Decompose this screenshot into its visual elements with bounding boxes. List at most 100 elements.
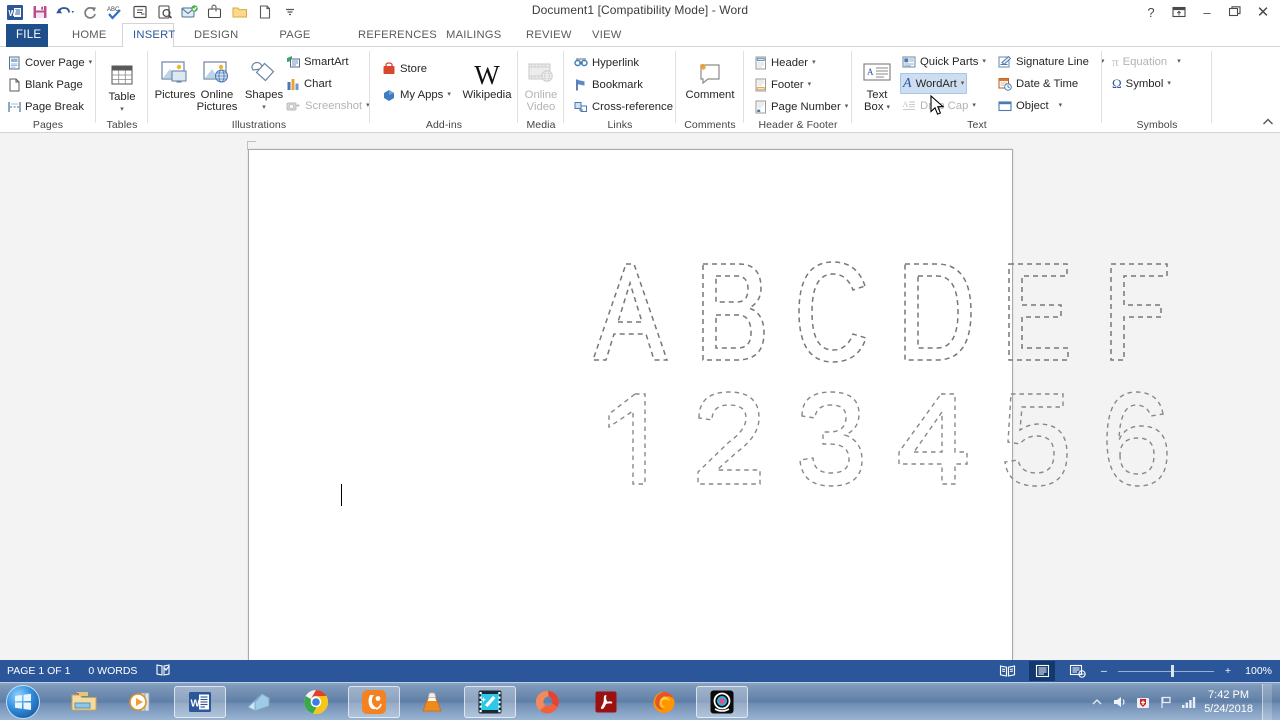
cover-page-button[interactable]: Cover Page ▾ <box>6 52 94 73</box>
page-info[interactable]: PAGE 1 OF 1 <box>7 665 70 677</box>
header-button[interactable]: Header ▾ <box>752 52 818 73</box>
help-icon[interactable]: ? <box>1138 1 1164 23</box>
taskbar-video-editor[interactable] <box>464 686 516 718</box>
symbol-button[interactable]: Ω Symbol ▾ <box>1110 73 1173 94</box>
chevron-down-icon[interactable]: ▾ <box>120 104 124 116</box>
start-orb-icon[interactable] <box>6 685 40 719</box>
show-hidden-icons-icon[interactable] <box>1089 694 1105 710</box>
screenshot-button[interactable]: Screenshot ▾ <box>284 95 372 116</box>
my-apps-button[interactable]: My Apps ▾ <box>380 84 453 105</box>
online-pictures-button[interactable]: Online Pictures <box>194 55 240 113</box>
chevron-down-icon[interactable]: ▾ <box>1167 80 1171 87</box>
minimize-button[interactable]: – <box>1194 1 1220 23</box>
taskbar-media-player[interactable] <box>116 686 168 718</box>
collapse-ribbon-button[interactable] <box>1262 117 1274 130</box>
smartart-button[interactable]: SmartArt <box>284 51 351 72</box>
cross-reference-button[interactable]: Cross-reference <box>572 96 675 117</box>
zoom-slider[interactable] <box>1117 661 1214 681</box>
page-number-button[interactable]: Page Number ▾ <box>752 96 850 117</box>
chevron-down-icon[interactable]: ▾ <box>1177 58 1181 65</box>
cover-page-icon <box>9 56 20 69</box>
screenshot-icon <box>286 102 300 110</box>
taskbar-firefox[interactable] <box>638 686 690 718</box>
online-video-button[interactable]: Online Video <box>516 55 566 113</box>
tab-page-layout[interactable]: PAGE LAYOUT <box>250 24 340 64</box>
signature-line-button[interactable]: Signature Line ▾ <box>996 51 1106 72</box>
zoom-level[interactable]: 100% <box>1242 665 1272 677</box>
chevron-down-icon[interactable]: ▾ <box>812 59 816 66</box>
taskbar-vlc[interactable] <box>406 686 458 718</box>
wordart-button[interactable]: A WordArt ▾ <box>900 73 968 94</box>
taskbar-adobe-reader[interactable] <box>580 686 632 718</box>
taskbar-notes-app[interactable] <box>232 686 284 718</box>
chevron-down-icon[interactable]: ▾ <box>89 59 93 66</box>
chevron-down-icon[interactable]: ▾ <box>961 80 965 87</box>
clock[interactable]: 7:42 PM 5/24/2018 <box>1204 688 1253 716</box>
taskbar-word[interactable]: W <box>174 686 226 718</box>
document-page[interactable] <box>248 149 1168 661</box>
tab-mailings[interactable]: MAILINGS <box>436 24 510 47</box>
web-layout-button[interactable] <box>1064 661 1090 681</box>
taskbar-file-explorer[interactable] <box>58 686 110 718</box>
zoom-slider-thumb[interactable] <box>1170 665 1174 677</box>
tab-insert[interactable]: INSERT <box>122 23 175 47</box>
close-button[interactable]: ✕ <box>1250 1 1276 23</box>
wikipedia-button[interactable]: W Wikipedia <box>460 55 514 101</box>
pictures-button[interactable]: Pictures <box>150 55 200 101</box>
tab-home[interactable]: HOME <box>62 24 112 47</box>
quick-parts-button[interactable]: Quick Parts ▾ <box>900 51 988 72</box>
page-break-button[interactable]: Page Break <box>6 96 86 117</box>
comment-button[interactable]: Comment <box>685 55 735 101</box>
table-button[interactable]: Table ▾ <box>97 57 147 116</box>
tab-references[interactable]: REFERENCES <box>348 24 437 47</box>
chevron-down-icon[interactable]: ▾ <box>1059 102 1063 109</box>
store-button[interactable]: Store <box>380 58 429 79</box>
text-box-button[interactable]: A Text Box ▾ <box>855 55 899 113</box>
chart-button[interactable]: Chart <box>284 73 334 94</box>
chevron-down-icon[interactable]: ▾ <box>886 104 890 111</box>
chevron-down-icon[interactable]: ▾ <box>808 81 812 88</box>
chevron-down-icon[interactable]: ▾ <box>845 103 849 110</box>
print-layout-button[interactable] <box>1029 661 1056 681</box>
taskbar-camtasia[interactable] <box>522 686 574 718</box>
tab-view[interactable]: VIEW <box>582 24 624 47</box>
shapes-button[interactable]: Shapes ▾ <box>241 55 287 114</box>
action-center-icon[interactable] <box>1158 694 1174 710</box>
taskbar-chrome[interactable] <box>290 686 342 718</box>
network-signal-icon[interactable] <box>1181 694 1197 710</box>
footer-button[interactable]: Footer ▾ <box>752 74 813 95</box>
bookmark-button[interactable]: Bookmark <box>572 74 645 95</box>
drop-cap-icon: A <box>903 100 915 110</box>
tab-design[interactable]: DESIGN <box>184 24 242 47</box>
restore-button[interactable] <box>1222 1 1248 23</box>
tab-file[interactable]: FILE <box>6 24 48 47</box>
my-apps-icon <box>384 89 394 101</box>
proofing-errors-icon[interactable] <box>155 663 171 680</box>
volume-icon[interactable] <box>1112 694 1128 710</box>
page-number-icon <box>755 100 766 113</box>
tab-review[interactable]: REVIEW <box>516 24 574 47</box>
blank-page-button[interactable]: Blank Page <box>6 74 85 95</box>
date-time-button[interactable]: Date & Time <box>996 73 1080 94</box>
tracing-letters-row <box>579 250 1199 380</box>
chevron-down-icon[interactable]: ▾ <box>262 102 266 114</box>
ribbon-display-options-icon[interactable] <box>1166 1 1192 23</box>
read-mode-button[interactable] <box>994 661 1020 681</box>
show-desktop-button[interactable] <box>1262 684 1272 720</box>
taskbar-photo-viewer[interactable] <box>696 686 748 718</box>
zoom-in-button[interactable]: + <box>1223 665 1233 677</box>
chevron-down-icon[interactable]: ▾ <box>982 58 986 65</box>
tracing-letter-D <box>885 250 987 380</box>
zoom-out-button[interactable]: – <box>1099 665 1109 677</box>
chevron-down-icon[interactable]: ▾ <box>972 102 976 109</box>
chevron-down-icon[interactable]: ▾ <box>447 91 451 98</box>
date-time-label: Date & Time <box>1016 77 1079 90</box>
word-count[interactable]: 0 WORDS <box>88 665 137 677</box>
page-break-icon <box>8 101 21 112</box>
hyperlink-button[interactable]: Hyperlink <box>572 52 641 73</box>
antivirus-icon[interactable] <box>1135 694 1151 710</box>
object-button[interactable]: Object ▾ <box>996 95 1064 116</box>
equation-button[interactable]: π Equation ▾ <box>1110 51 1183 72</box>
taskbar-uc-browser[interactable] <box>348 686 400 718</box>
document-area[interactable] <box>0 133 1280 661</box>
